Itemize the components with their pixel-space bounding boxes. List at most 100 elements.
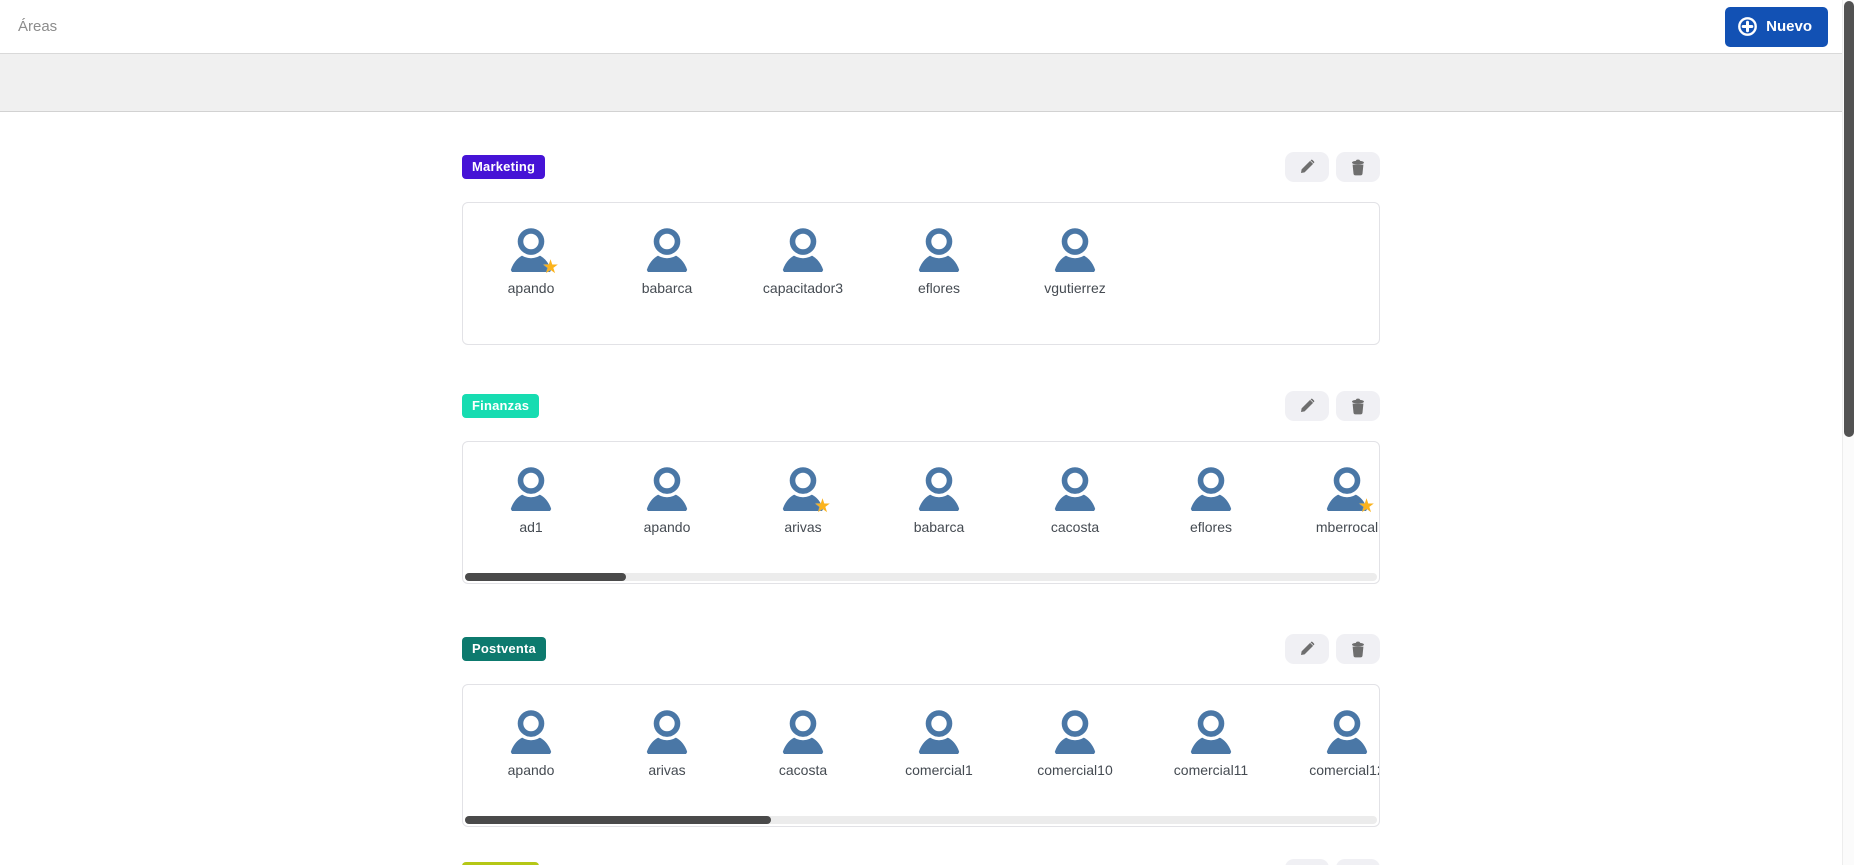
member-row: ★ apando ★ babarca [463,203,1379,296]
member-username: comercial10 [1037,762,1113,778]
members-scrollbar-thumb[interactable] [465,573,627,581]
trash-icon [1350,641,1366,658]
delete-area-button[interactable] [1336,391,1380,421]
user-avatar-icon: ★ [1051,463,1099,511]
member-item[interactable]: ★ cacosta [1007,463,1143,535]
user-avatar-icon: ★ [779,706,827,754]
user-avatar-icon: ★ [915,224,963,272]
edit-area-button[interactable] [1285,634,1329,664]
top-bar: Áreas Nuevo [0,0,1842,54]
area-actions [1285,634,1380,664]
member-username: apando [507,762,555,778]
new-button[interactable]: Nuevo [1725,6,1828,47]
member-username: arivas [648,762,686,778]
user-avatar-icon: ★ [507,463,555,511]
user-avatar-icon: ★ [643,224,691,272]
member-username: apando [507,280,555,296]
member-item[interactable]: ★ babarca [599,224,735,296]
member-username: capacitador3 [762,280,844,296]
member-username: apando [643,519,691,535]
member-username: babarca [641,280,693,296]
user-avatar-icon: ★ [779,224,827,272]
member-username: cacosta [1050,519,1100,535]
member-item[interactable]: ★ arivas [735,463,871,535]
user-avatar-icon: ★ [507,224,559,277]
members-scrollbar-thumb[interactable] [465,816,772,824]
user-avatar-icon: ★ [1187,463,1235,511]
edit-area-button[interactable] [1285,859,1329,865]
area-badge: Finanzas [462,394,540,418]
area-badge: Marketing [462,155,546,179]
member-item[interactable]: ★ comercial12 [1279,706,1380,778]
edit-area-button[interactable] [1285,391,1329,421]
user-avatar-icon: ★ [1323,706,1371,754]
user-avatar-icon: ★ [779,463,831,516]
area-section-postventa: Postventa apando arivas cacosta comercia… [462,634,1380,827]
sub-header-band [0,54,1842,112]
plus-circle-icon [1737,16,1758,37]
user-avatar-icon: ★ [915,463,963,511]
member-username: cacosta [778,762,828,778]
member-item[interactable]: ★ cacosta [735,706,871,778]
page-scrollbar[interactable] [1842,0,1854,865]
member-item[interactable]: ★ capacitador3 [735,224,871,296]
member-item[interactable]: ★ eflores [871,224,1007,296]
user-avatar-icon: ★ [1051,706,1099,754]
member-item[interactable]: ★ eflores [1143,463,1279,535]
user-avatar-icon: ★ [643,463,691,511]
pencil-icon [1299,159,1315,175]
member-username: babarca [913,519,965,535]
member-item[interactable]: ★ apando [463,224,599,296]
page: Áreas Nuevo Marketing ★ apando babarca c… [0,0,1842,865]
member-username: mberrocal [1315,519,1379,535]
star-icon: ★ [1357,496,1375,517]
delete-area-button[interactable] [1336,634,1380,664]
member-username: comercial12 [1309,762,1380,778]
area-section-header: Finanzas [462,391,1380,421]
member-item[interactable]: ★ arivas [599,706,735,778]
area-section-gerencia: Gerencia [462,859,1380,865]
star-icon: ★ [541,257,559,278]
page-title: Áreas [18,18,58,35]
member-item[interactable]: ★ apando [463,706,599,778]
member-username: arivas [784,519,822,535]
pencil-icon [1299,398,1315,414]
delete-area-button[interactable] [1336,152,1380,182]
member-item[interactable]: ★ comercial1 [871,706,1007,778]
user-avatar-icon: ★ [915,706,963,754]
user-avatar-icon: ★ [1323,463,1375,516]
area-actions [1285,391,1380,421]
user-avatar-icon: ★ [507,706,555,754]
area-section-header: Marketing [462,152,1380,182]
new-button-label: Nuevo [1766,18,1812,35]
member-item[interactable]: ★ comercial11 [1143,706,1279,778]
delete-area-button[interactable] [1336,859,1380,865]
member-username: comercial1 [905,762,973,778]
member-username: eflores [1189,519,1233,535]
member-item[interactable]: ★ ad1 [463,463,599,535]
user-avatar-icon: ★ [1051,224,1099,272]
member-item[interactable]: ★ mberrocal [1279,463,1379,535]
star-icon: ★ [813,496,831,517]
members-card: ★ ad1 ★ apando [462,441,1380,584]
area-section-finanzas: Finanzas ad1 apando ★ arivas babarca cac… [462,391,1380,584]
areas-list: Marketing ★ apando babarca capacitador3 … [462,152,1380,865]
member-username: eflores [917,280,961,296]
area-section-marketing: Marketing ★ apando babarca capacitador3 … [462,152,1380,345]
page-scrollbar-thumb[interactable] [1844,1,1854,437]
member-username: comercial11 [1173,762,1249,778]
members-card: ★ apando ★ babarca [462,202,1380,345]
trash-icon [1350,159,1366,176]
edit-area-button[interactable] [1285,152,1329,182]
member-item[interactable]: ★ babarca [871,463,1007,535]
area-badge: Postventa [462,637,546,661]
user-avatar-icon: ★ [1187,706,1235,754]
member-row: ★ ad1 ★ apando [463,442,1379,535]
member-item[interactable]: ★ comercial10 [1007,706,1143,778]
member-item[interactable]: ★ vgutierrez [1007,224,1143,296]
members-scrollbar[interactable] [465,816,1377,824]
pencil-icon [1299,641,1315,657]
area-section-header: Gerencia [462,859,1380,865]
members-scrollbar[interactable] [465,573,1377,581]
member-item[interactable]: ★ apando [599,463,735,535]
